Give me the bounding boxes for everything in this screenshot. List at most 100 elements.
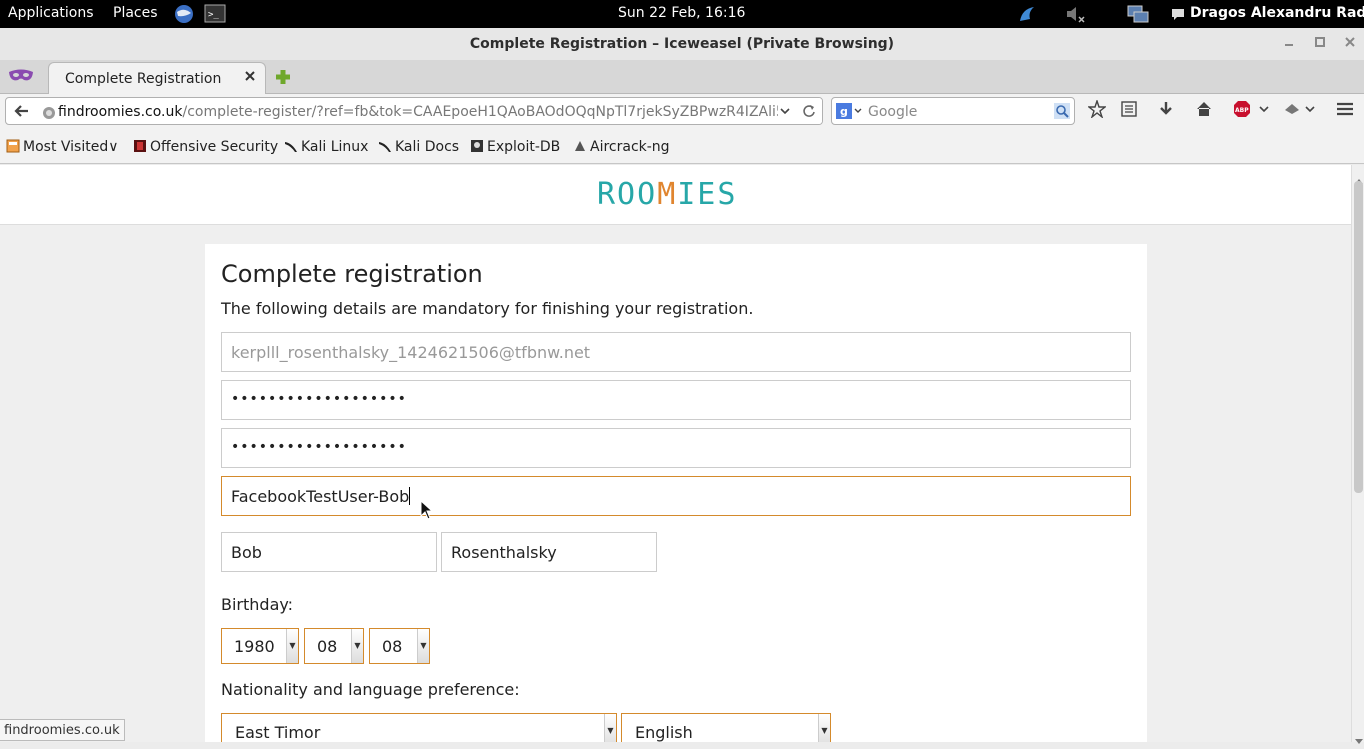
svg-text:>_: >_ [208,10,219,20]
tab-label: Complete Registration [65,71,222,87]
offsec-icon [133,139,147,153]
aircrack-icon [573,139,587,153]
username-field[interactable]: FacebookTestUser-Bob [221,476,1131,516]
addon-menu-chevron-icon[interactable] [1304,100,1316,122]
bookmarks-list-icon[interactable] [1120,100,1138,122]
google-search-engine-icon[interactable]: g [836,103,864,123]
birthday-label: Birthday: [221,595,294,614]
system-top-panel: Applications Places >_ Sun 22 Feb, 16:16… [0,0,1364,28]
url-dropdown-chevron-icon[interactable] [778,98,800,124]
back-arrow-icon[interactable] [12,102,32,124]
bookmark-label: Offensive Security [150,139,279,155]
tab-strip: Complete Registration [0,60,1364,94]
window-titlebar: Complete Registration – Iceweasel (Priva… [0,28,1364,60]
roomies-logo[interactable]: ROOMIES [597,177,737,212]
email-field[interactable]: kerplll_rosenthalsky_1424621506@tfbnw.ne… [221,332,1131,372]
bookmark-label: Kali Linux [301,139,369,155]
volume-muted-icon[interactable] [1064,3,1088,29]
nationality-select[interactable]: East Timor ▼ [221,713,617,742]
site-header: ROOMIES [0,165,1351,225]
url-text[interactable]: findroomies.co.uk/complete-register/?ref… [58,104,811,120]
tab-complete-registration[interactable]: Complete Registration [48,62,266,94]
page-viewport: ROOMIES Complete registration The follow… [0,165,1351,742]
bookmark-offensive-security[interactable]: Offensive Security [133,139,278,155]
url-host: findroomies.co.uk [58,104,183,120]
adblock-menu-chevron-icon[interactable] [1258,100,1270,122]
logo-text-right: IES [677,177,738,212]
downloads-arrow-icon[interactable] [1157,100,1175,122]
most-visited-icon [6,139,20,153]
terminal-launcher-icon[interactable]: >_ [204,3,226,29]
svg-text:ABP: ABP [1235,107,1249,114]
registration-card: Complete registration The following deta… [205,244,1147,742]
reload-icon[interactable] [800,98,822,124]
scroll-down-arrow-icon[interactable] [1355,730,1363,749]
kali-icon [378,139,392,153]
private-browsing-mask-icon [8,68,34,88]
window-title: Complete Registration – Iceweasel (Priva… [469,36,895,52]
vertical-scrollbar[interactable] [1351,165,1364,744]
registration-description: The following details are mandatory for … [221,299,754,318]
mouse-pointer-icon [420,499,434,524]
clock[interactable]: Sun 22 Feb, 16:16 [618,5,745,21]
page-title: Complete registration [221,260,483,288]
home-icon[interactable] [1195,100,1213,122]
svg-text:g: g [840,105,848,118]
dropdown-arrow-icon: ▼ [417,629,429,663]
browser-launcher-icon[interactable] [173,3,195,29]
url-path: /complete-register/?ref=fb&tok=CAAEpoeH1… [182,104,812,120]
close-window-button[interactable] [1340,34,1360,54]
bookmark-label: Most Visited∨ [23,139,119,155]
bookmark-label: Aircrack-ng [590,139,670,155]
kali-icon [284,139,298,153]
birth-day-select[interactable]: 08 ▼ [369,628,430,664]
bookmark-kali-docs[interactable]: Kali Docs [378,139,459,155]
dropdown-arrow-icon: ▼ [351,629,363,663]
navigation-toolbar: findroomies.co.uk/complete-register/?ref… [0,94,1364,128]
first-name-field[interactable]: Bob [221,532,437,572]
exploit-db-icon [470,139,484,153]
password-field[interactable]: ••••••••••••••••••• [221,380,1131,420]
bookmark-label: Exploit-DB [487,139,561,155]
bookmark-star-icon[interactable] [1087,98,1107,122]
username-value: FacebookTestUser-Bob [231,487,410,506]
site-identity-globe-icon[interactable] [42,105,56,124]
last-name-field[interactable]: Rosenthalsky [441,532,657,572]
url-bar[interactable]: findroomies.co.uk/complete-register/?ref… [5,97,823,125]
bookmarks-toolbar: Most Visited∨ Offensive Security Kali Li… [0,128,1364,164]
scrollbar-thumb[interactable] [1354,181,1363,493]
bookmark-kali-linux[interactable]: Kali Linux [284,139,368,155]
tab-close-icon[interactable] [245,69,255,85]
network-icon[interactable] [1126,3,1150,29]
language-value: English [635,723,693,742]
minimize-button[interactable] [1279,34,1299,54]
birth-year-value: 1980 [234,637,275,656]
places-menu[interactable]: Places [113,5,158,21]
new-tab-plus-icon[interactable] [274,68,292,90]
logo-text-m: M [657,177,678,212]
logo-text-left: ROO [597,177,658,212]
confirm-password-field[interactable]: ••••••••••••••••••• [221,428,1131,468]
maximize-button[interactable] [1310,34,1330,54]
user-menu[interactable]: Dragos Alexandru Radu [1190,5,1364,21]
search-bar[interactable]: g Google [831,97,1075,125]
search-placeholder: Google [868,104,918,120]
kali-dragon-icon[interactable] [1016,3,1038,29]
addon-extension-icon[interactable] [1283,100,1301,122]
bookmark-most-visited[interactable]: Most Visited∨ [6,139,118,155]
bookmark-aircrack-ng[interactable]: Aircrack-ng [573,139,670,155]
language-select[interactable]: English ▼ [621,713,831,742]
nationality-label: Nationality and language preference: [221,680,520,699]
applications-menu[interactable]: Applications [8,5,94,21]
nationality-value: East Timor [235,723,321,742]
bookmark-exploit-db[interactable]: Exploit-DB [470,139,560,155]
hamburger-menu-icon[interactable] [1336,100,1354,122]
status-bar: findroomies.co.uk [0,719,125,741]
search-magnifier-icon[interactable] [1054,103,1070,123]
dropdown-arrow-icon: ▼ [604,714,616,742]
adblock-plus-icon[interactable]: ABP [1233,100,1251,122]
birth-year-select[interactable]: 1980 ▼ [221,628,299,664]
dropdown-arrow-icon: ▼ [818,714,830,742]
birth-day-value: 08 [382,637,403,656]
birth-month-select[interactable]: 08 ▼ [304,628,364,664]
